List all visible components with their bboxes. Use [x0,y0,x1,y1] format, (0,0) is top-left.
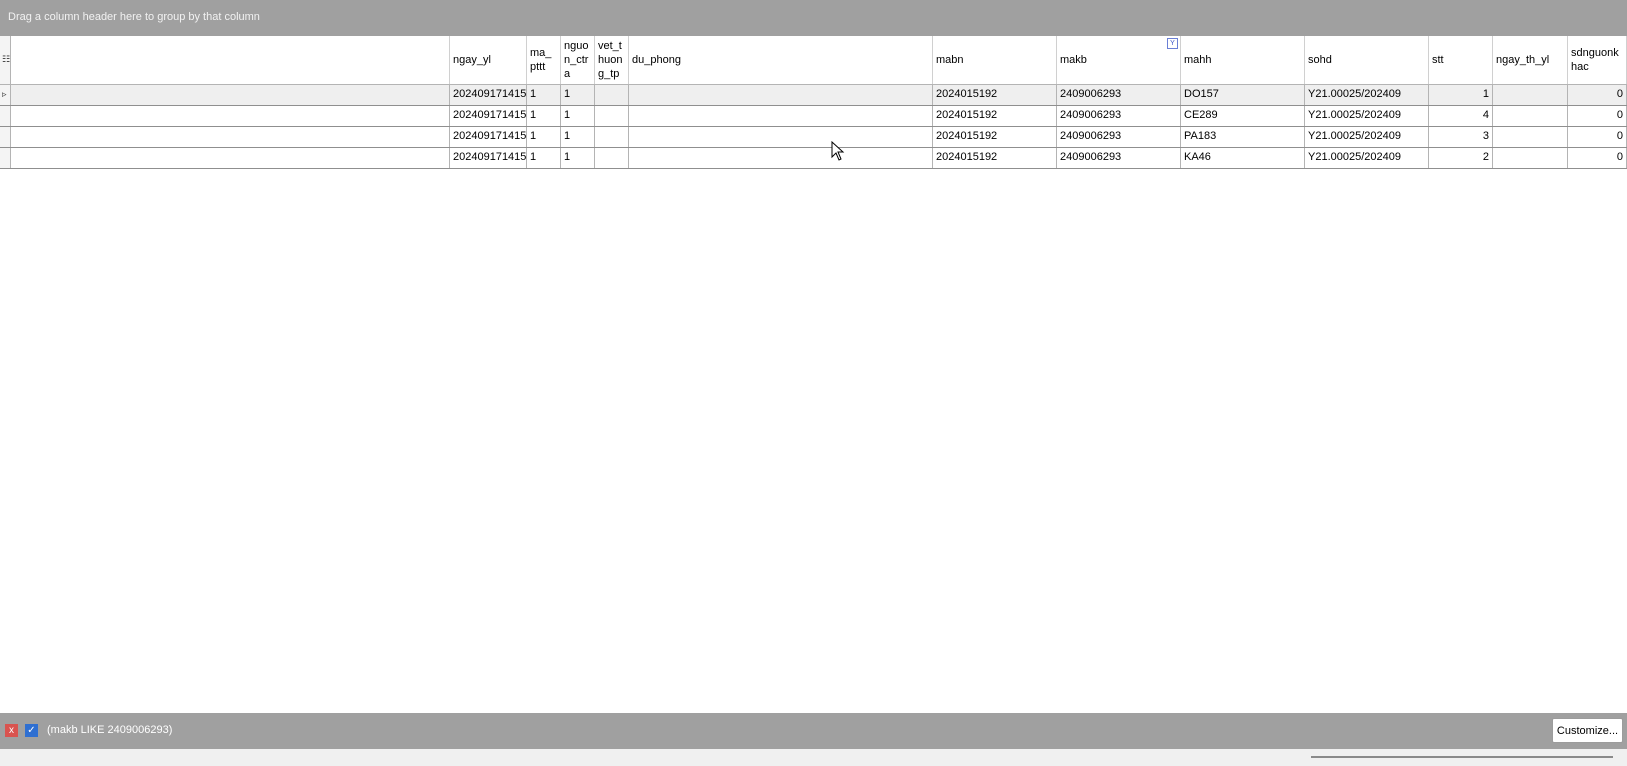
row-indicator[interactable] [0,106,11,126]
column-header-vet_thuong_tp[interactable]: vet_thuong_tp [595,36,629,84]
cell-sdnguonkhac[interactable]: 0 [1568,85,1627,105]
cell-du_phong[interactable] [629,106,933,126]
table-row[interactable]: 202409171415 1 1 2024015192 2409006293 CE289 Y… [0,106,1627,127]
column-chooser-button[interactable]: ☷ [0,36,11,84]
clear-filter-button[interactable]: x [5,724,18,737]
cell-ma_pttt[interactable]: 1 [527,106,561,126]
cell-sdnguonkhac[interactable]: 0 [1568,106,1627,126]
column-header-ma_pttt[interactable]: ma_pttt [527,36,561,84]
cell-vet_thuong_tp[interactable] [595,106,629,126]
cell-stt[interactable]: 3 [1429,127,1493,147]
cell-ngay_th_yl[interactable] [1493,106,1568,126]
cell-nguon_ctra[interactable]: 1 [561,106,595,126]
cell-sohd[interactable]: Y21.00025/202409 [1305,127,1429,147]
cell-ma_pttt[interactable]: 1 [527,148,561,168]
cell-nguon_ctra[interactable]: 1 [561,85,595,105]
cell-ngay_th_yl[interactable] [1493,85,1568,105]
grid-rows: ▹ 202409171415 1 1 2024015192 2409006293 DO157… [0,85,1627,169]
column-header-nguon_ctra[interactable]: nguon_ctra [561,36,595,84]
column-header-makb[interactable]: makb [1057,36,1181,84]
cell-mabn[interactable]: 2024015192 [933,85,1057,105]
cell-blank[interactable] [11,127,450,147]
cell-blank[interactable] [11,85,450,105]
column-header-ngay_th_yl[interactable]: ngay_th_yl [1493,36,1568,84]
cell-mabn[interactable]: 2024015192 [933,106,1057,126]
cell-ngay_th_yl[interactable] [1493,148,1568,168]
cell-makb[interactable]: 2409006293 [1057,148,1181,168]
cell-mahh[interactable]: CE289 [1181,106,1305,126]
cell-sohd[interactable]: Y21.00025/202409 [1305,85,1429,105]
cell-ngay_yl[interactable]: 202409171415 [450,148,527,168]
row-indicator[interactable] [0,127,11,147]
cell-ngay_yl[interactable]: 202409171415 [450,127,527,147]
cell-mabn[interactable]: 2024015192 [933,148,1057,168]
filter-panel: x ✓ (makb LIKE 2409006293) Customize... [0,713,1627,749]
row-indicator[interactable]: ▹ [0,85,11,105]
cell-vet_thuong_tp[interactable] [595,148,629,168]
cell-du_phong[interactable] [629,85,933,105]
cell-mahh[interactable]: KA46 [1181,148,1305,168]
column-header-mabn[interactable]: mabn [933,36,1057,84]
cell-sdnguonkhac[interactable]: 0 [1568,148,1627,168]
cell-nguon_ctra[interactable]: 1 [561,148,595,168]
cell-makb[interactable]: 2409006293 [1057,85,1181,105]
column-header-sohd[interactable]: sohd [1305,36,1429,84]
cell-stt[interactable]: 4 [1429,106,1493,126]
cell-mahh[interactable]: DO157 [1181,85,1305,105]
cell-vet_thuong_tp[interactable] [595,127,629,147]
cell-stt[interactable]: 2 [1429,148,1493,168]
column-chooser-icon: ☷ [2,54,11,64]
cell-mahh[interactable]: PA183 [1181,127,1305,147]
enable-filter-checkbox[interactable]: ✓ [25,724,38,737]
cell-blank[interactable] [11,148,450,168]
cell-blank[interactable] [11,106,450,126]
column-header-sdnguonkhac[interactable]: sdnguonkhac [1568,36,1627,84]
cell-du_phong[interactable] [629,127,933,147]
customize-filter-button[interactable]: Customize... [1552,718,1623,743]
cell-ngay_yl[interactable]: 202409171415 [450,85,527,105]
cell-ngay_th_yl[interactable] [1493,127,1568,147]
filter-expression[interactable]: (makb LIKE 2409006293) [47,724,172,736]
column-header-blank[interactable] [11,36,450,84]
column-header-row: ☷ Y ngay_yl ma_pttt nguon_ctra vet_thuong_t… [0,36,1627,85]
group-by-hint: Drag a column header here to group by th… [8,11,260,23]
data-grid[interactable]: ☷ Y ngay_yl ma_pttt nguon_ctra vet_thuong_t… [0,36,1627,169]
cell-makb[interactable]: 2409006293 [1057,127,1181,147]
cell-sohd[interactable]: Y21.00025/202409 [1305,148,1429,168]
cell-ma_pttt[interactable]: 1 [527,85,561,105]
table-row[interactable]: 202409171415 1 1 2024015192 2409006293 PA183 Y… [0,127,1627,148]
cell-vet_thuong_tp[interactable] [595,85,629,105]
horizontal-scrollbar[interactable] [0,749,1627,766]
cell-sohd[interactable]: Y21.00025/202409 [1305,106,1429,126]
scrollbar-thumb[interactable] [1311,756,1613,758]
cell-makb[interactable]: 2409006293 [1057,106,1181,126]
table-row[interactable]: 202409171415 1 1 2024015192 2409006293 KA46 Y2… [0,148,1627,169]
group-by-panel[interactable]: Drag a column header here to group by th… [0,0,1627,36]
cell-du_phong[interactable] [629,148,933,168]
row-indicator-icon: ▹ [2,89,7,99]
row-indicator[interactable] [0,148,11,168]
cell-sdnguonkhac[interactable]: 0 [1568,127,1627,147]
column-header-du_phong[interactable]: du_phong [629,36,933,84]
table-row[interactable]: ▹ 202409171415 1 1 2024015192 2409006293 DO157… [0,85,1627,106]
cell-ma_pttt[interactable]: 1 [527,127,561,147]
cell-mabn[interactable]: 2024015192 [933,127,1057,147]
cell-ngay_yl[interactable]: 202409171415 [450,106,527,126]
mouse-cursor-icon [831,141,845,161]
cell-stt[interactable]: 1 [1429,85,1493,105]
column-header-mahh[interactable]: mahh [1181,36,1305,84]
column-header-ngay_yl[interactable]: ngay_yl [450,36,527,84]
column-header-stt[interactable]: stt [1429,36,1493,84]
cell-nguon_ctra[interactable]: 1 [561,127,595,147]
